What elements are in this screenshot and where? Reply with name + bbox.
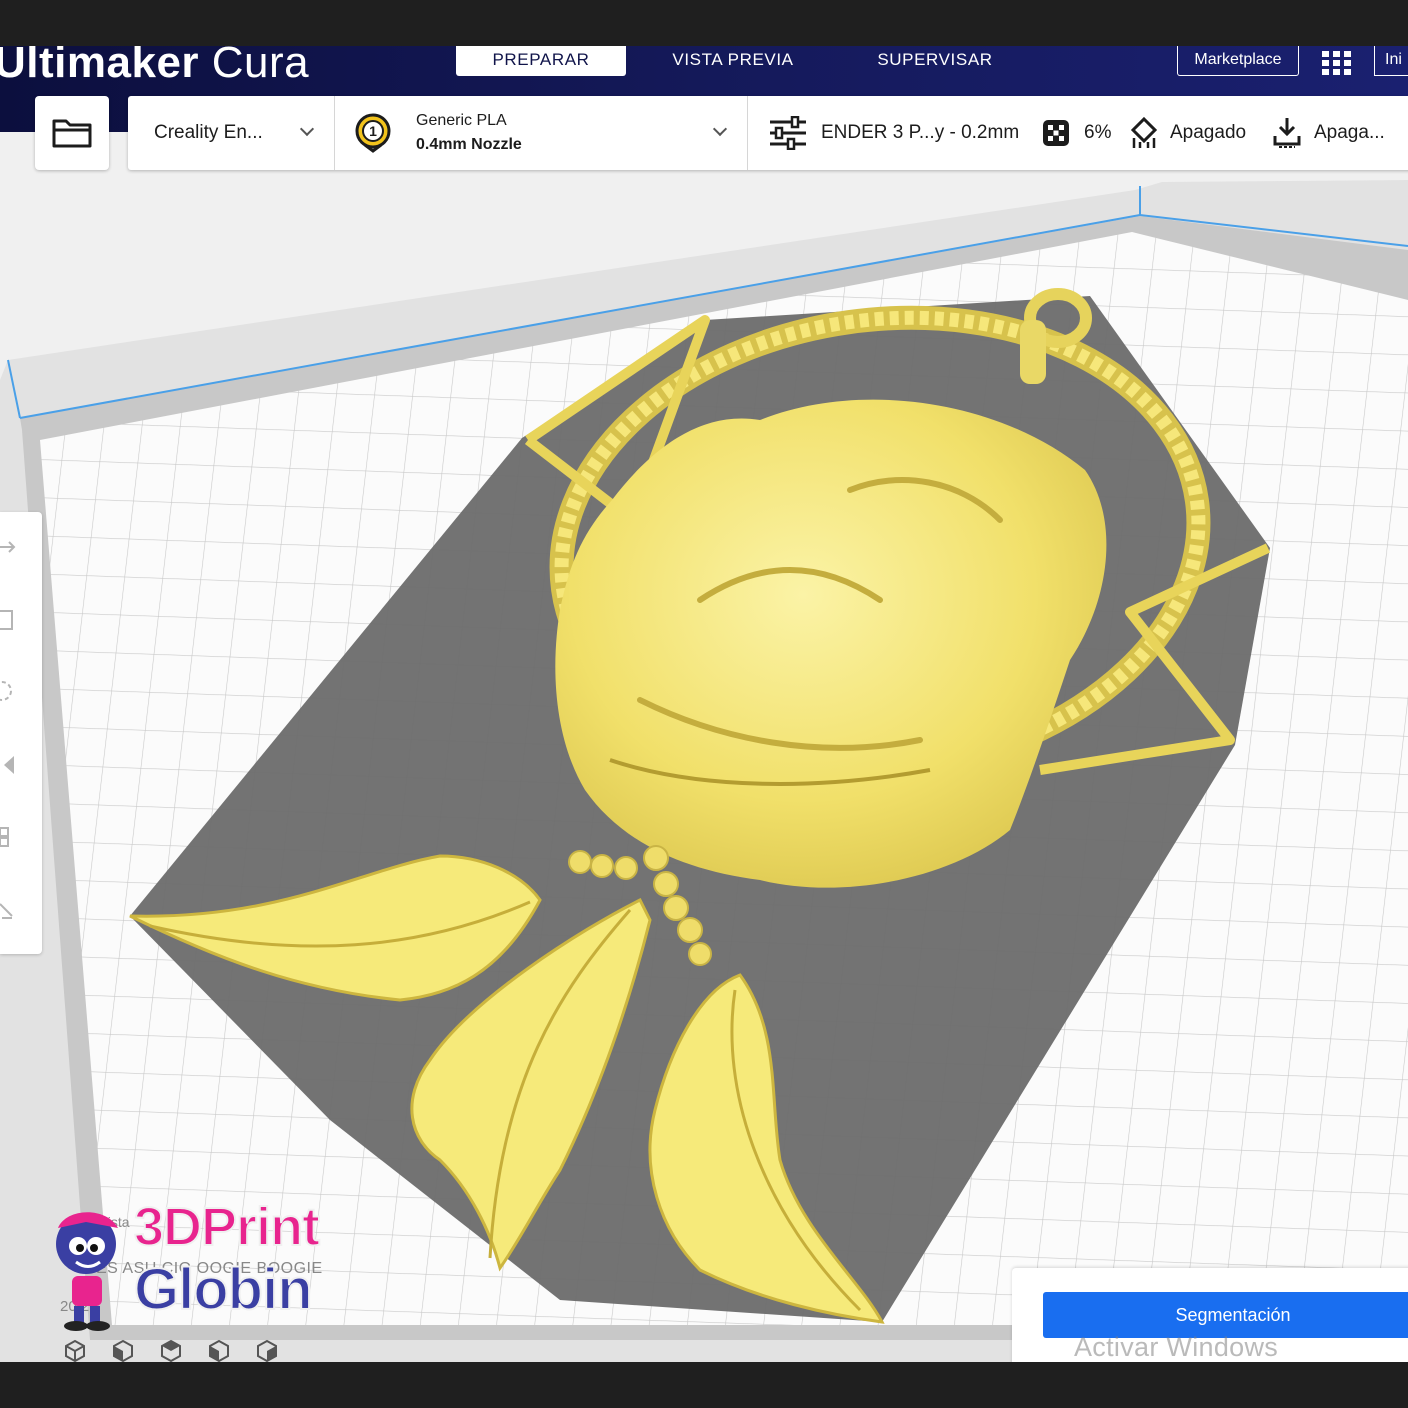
watermark-logo: 3DPrint Globin: [46, 1196, 346, 1336]
extruder-number: 1: [369, 123, 377, 139]
view-left-icon[interactable]: [204, 1338, 234, 1362]
rotate-tool-icon[interactable]: [0, 680, 18, 702]
infill-value: 6%: [1084, 122, 1112, 143]
view-front-icon[interactable]: [108, 1338, 138, 1362]
folder-icon: [52, 119, 92, 148]
view-orientation-buttons: [60, 1338, 290, 1362]
support-icon: [1130, 116, 1158, 148]
move-tool-icon[interactable]: [0, 536, 18, 558]
chevron-down-icon: [299, 121, 315, 137]
view-3d-icon[interactable]: [60, 1338, 90, 1362]
mascot-logo: [56, 1212, 118, 1331]
bottom-letterbox: [0, 1362, 1408, 1408]
watermark-text-line1: 3DPrint: [133, 1196, 321, 1258]
scale-tool-icon[interactable]: [0, 608, 18, 630]
per-model-settings-icon[interactable]: [0, 826, 18, 848]
screenshot-frame: Ultimaker Cura PREPARAR VISTA PREVIA SUP…: [0, 0, 1408, 1408]
view-right-icon[interactable]: [252, 1338, 282, 1362]
sliders-icon: [770, 116, 806, 150]
nozzle-name: 0.4mm Nozzle: [416, 136, 522, 153]
app-title: Ultimaker Cura: [0, 46, 309, 88]
tool-panel: [0, 512, 42, 954]
cura-window: Ultimaker Cura PREPARAR VISTA PREVIA SUP…: [0, 46, 1408, 1362]
marketplace-button[interactable]: Marketplace: [1177, 46, 1299, 76]
tab-monitor[interactable]: SUPERVISAR: [850, 46, 1020, 76]
app-title-brand: ltimaker: [26, 46, 200, 87]
signin-button[interactable]: Ini: [1374, 46, 1408, 76]
tab-prepare[interactable]: PREPARAR: [456, 46, 626, 76]
adhesion-value: Apaga...: [1314, 122, 1385, 143]
top-letterbox: [0, 0, 1408, 46]
chevron-down-icon: [712, 121, 728, 137]
tab-preview[interactable]: VISTA PREVIA: [650, 46, 816, 76]
extruder-badge-icon: 1: [355, 113, 391, 153]
mirror-tool-icon[interactable]: [0, 754, 18, 776]
app-title-prefix: U: [0, 46, 27, 87]
material-name: Generic PLA: [416, 112, 507, 129]
watermark-text-line2: Globin: [133, 1256, 314, 1323]
adhesion-icon: [1273, 118, 1301, 148]
printer-name: Creality En...: [154, 122, 263, 143]
build-plate-viewport[interactable]: [0, 46, 1408, 1362]
print-settings-selector[interactable]: ENDER 3 P...y - 0.2mm 6% Apagado Apaga..…: [748, 96, 1408, 170]
infill-icon: [1043, 120, 1069, 146]
printer-settings-bar: Creality En... 1 Generic PLA 0.4mm Nozzl…: [128, 96, 1408, 170]
app-title-product: Cura: [199, 46, 310, 87]
material-selector[interactable]: 1 Generic PLA 0.4mm Nozzle: [335, 96, 747, 170]
open-file-button[interactable]: [35, 96, 109, 170]
activate-windows-watermark: Activar Windows: [1074, 1332, 1279, 1362]
printer-selector[interactable]: Creality En...: [128, 96, 334, 170]
view-top-icon[interactable]: [156, 1338, 186, 1362]
profile-name: ENDER 3 P...y - 0.2mm: [821, 122, 1020, 143]
support-blocker-icon[interactable]: [0, 900, 18, 922]
apps-grid-icon[interactable]: [1322, 51, 1352, 75]
support-value: Apagado: [1170, 122, 1247, 143]
model-hanging-post: [1020, 320, 1046, 384]
